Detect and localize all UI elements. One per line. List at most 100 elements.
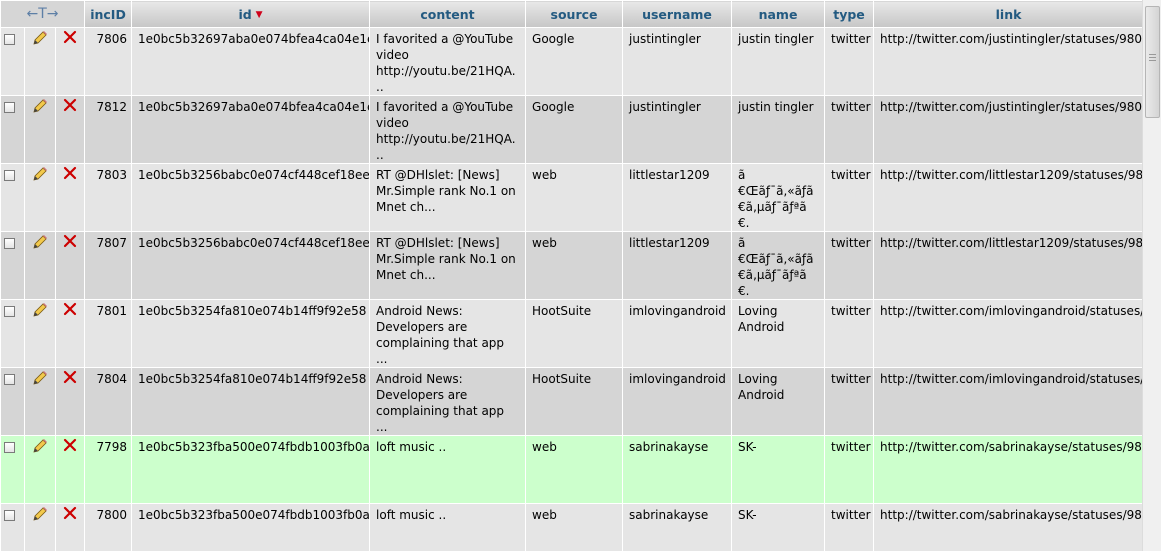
cell-link: http://twitter.com/justintingler/statuse… — [873, 95, 1143, 164]
name-value: Loving Android — [738, 372, 785, 402]
link-value: http://twitter.com/littlestar1209/status… — [880, 236, 1143, 250]
type-value: twitter — [831, 304, 871, 318]
delete-x-icon[interactable] — [57, 165, 84, 185]
scrollbar-thumb[interactable] — [1145, 6, 1160, 118]
column-header-type[interactable]: type — [824, 0, 875, 28]
content-value: RT @DHlslet: [News] Mr.Simple rank No.1 … — [376, 236, 516, 282]
cell-id: 1e0bc5b32697aba0e074bfea4ca04e1e — [131, 95, 371, 164]
column-header-username[interactable]: username — [622, 0, 733, 28]
delete-x-icon[interactable] — [57, 437, 84, 457]
link-value: http://twitter.com/sabrinakayse/statuses… — [880, 508, 1143, 522]
type-value: twitter — [831, 508, 871, 522]
incid-value: 7812 — [96, 100, 128, 114]
column-header-source[interactable]: source — [525, 0, 624, 28]
row-checkbox[interactable] — [4, 374, 15, 385]
content-value: I favorited a @YouTube video http://yout… — [376, 100, 516, 162]
type-value: twitter — [831, 168, 871, 182]
incid-value: 7801 — [96, 304, 128, 318]
results-table: ←T→ incID id ▼ content source username na… — [0, 0, 1143, 551]
row-edit-cell — [24, 503, 56, 551]
cell-type: twitter — [824, 299, 875, 368]
column-header-name[interactable]: name — [731, 0, 826, 28]
cell-link: http://twitter.com/littlestar1209/status… — [873, 231, 1143, 300]
cell-incid: 7804 — [84, 367, 133, 436]
delete-x-icon[interactable] — [57, 29, 84, 49]
cell-id: 1e0bc5b323fba500e074fbdb1003fb0a — [131, 435, 371, 504]
pencil-icon[interactable] — [26, 369, 55, 391]
pencil-icon[interactable] — [26, 165, 55, 187]
table-row[interactable]: 7803 1e0bc5b3256babc0e074cf448cef18ee RT @… — [0, 163, 1143, 232]
cell-content: I favorited a @YouTube video http://yout… — [369, 95, 527, 164]
type-value: twitter — [831, 440, 871, 454]
cell-name: justin tingler — [731, 27, 826, 96]
incid-value: 7798 — [96, 440, 128, 454]
cell-name: SK- — [731, 435, 826, 504]
table-row[interactable]: 7801 1e0bc5b3254fa810e074b14ff9f92e58 Andr… — [0, 299, 1143, 368]
table-row[interactable]: 7806 1e0bc5b32697aba0e074bfea4ca04e1e I fa… — [0, 27, 1143, 96]
content-value: loft music .. — [376, 440, 447, 454]
table-row[interactable]: 7812 1e0bc5b32697aba0e074bfea4ca04e1e I fa… — [0, 95, 1143, 164]
row-select-cell — [0, 231, 25, 300]
cell-content: loft music .. — [369, 435, 527, 504]
source-value: web — [532, 440, 557, 454]
column-resize-arrows[interactable]: ←T→ — [0, 0, 86, 28]
pencil-icon[interactable] — [26, 437, 55, 459]
column-header-incid[interactable]: incID — [84, 0, 133, 28]
cell-username: sabrinakayse — [622, 503, 733, 551]
pencil-icon[interactable] — [26, 505, 55, 527]
row-select-cell — [0, 95, 25, 164]
cell-link: http://twitter.com/sabrinakayse/statuses… — [873, 435, 1143, 504]
row-checkbox[interactable] — [4, 170, 15, 181]
vertical-scrollbar[interactable] — [1142, 0, 1161, 551]
column-header-link[interactable]: link — [873, 0, 1143, 28]
content-value: Android News: Developers are complaining… — [376, 304, 505, 366]
name-value: ã €Œãƒ¯ã‚«ãƒã €ã‚µãƒ¯ãƒªã €. — [738, 236, 814, 298]
pencil-icon[interactable] — [26, 29, 55, 51]
cell-name: Loving Android — [731, 299, 826, 368]
table-row[interactable]: 7804 1e0bc5b3254fa810e074b14ff9f92e58 Andr… — [0, 367, 1143, 436]
row-edit-cell — [24, 367, 56, 436]
username-value: littlestar1209 — [629, 236, 710, 250]
delete-x-icon[interactable] — [57, 97, 84, 117]
type-value: twitter — [831, 236, 871, 250]
row-delete-cell — [54, 95, 86, 164]
row-checkbox[interactable] — [4, 102, 15, 113]
row-checkbox[interactable] — [4, 306, 15, 317]
cell-source: web — [525, 503, 624, 551]
row-edit-cell — [24, 435, 56, 504]
cell-username: imlovingandroid — [622, 299, 733, 368]
delete-x-icon[interactable] — [57, 301, 84, 321]
source-value: web — [532, 168, 557, 182]
incid-value: 7803 — [96, 168, 128, 182]
row-checkbox[interactable] — [4, 34, 15, 45]
table-row[interactable]: 7800 1e0bc5b323fba500e074fbdb1003fb0a loft… — [0, 503, 1143, 551]
username-value: sabrinakayse — [629, 508, 709, 522]
table-row[interactable]: 7798 1e0bc5b323fba500e074fbdb1003fb0a loft… — [0, 435, 1143, 504]
row-select-cell — [0, 163, 25, 232]
cell-id: 1e0bc5b323fba500e074fbdb1003fb0a — [131, 503, 371, 551]
column-header-content[interactable]: content — [369, 0, 527, 28]
cell-source: Google — [525, 95, 624, 164]
row-edit-cell — [24, 95, 56, 164]
source-value: web — [532, 508, 557, 522]
column-header-id[interactable]: id ▼ — [131, 0, 371, 28]
cell-name: ã €Œãƒ¯ã‚«ãƒã €ã‚µãƒ¯ãƒªã €. — [731, 231, 826, 300]
cell-incid: 7798 — [84, 435, 133, 504]
delete-x-icon[interactable] — [57, 369, 84, 389]
cell-type: twitter — [824, 95, 875, 164]
name-value: SK- — [738, 508, 757, 522]
name-value: justin tingler — [738, 32, 814, 46]
type-value: twitter — [831, 100, 871, 114]
table-row[interactable]: 7807 1e0bc5b3256babc0e074cf448cef18ee RT @… — [0, 231, 1143, 300]
delete-x-icon[interactable] — [57, 233, 84, 253]
pencil-icon[interactable] — [26, 233, 55, 255]
row-checkbox[interactable] — [4, 442, 15, 453]
row-checkbox[interactable] — [4, 238, 15, 249]
row-checkbox[interactable] — [4, 510, 15, 521]
id-value: 1e0bc5b32697aba0e074bfea4ca04e1e — [138, 32, 370, 46]
delete-x-icon[interactable] — [57, 505, 84, 525]
pencil-icon[interactable] — [26, 97, 55, 119]
pencil-icon[interactable] — [26, 301, 55, 323]
cell-username: littlestar1209 — [622, 163, 733, 232]
cell-id: 1e0bc5b3254fa810e074b14ff9f92e58 — [131, 367, 371, 436]
